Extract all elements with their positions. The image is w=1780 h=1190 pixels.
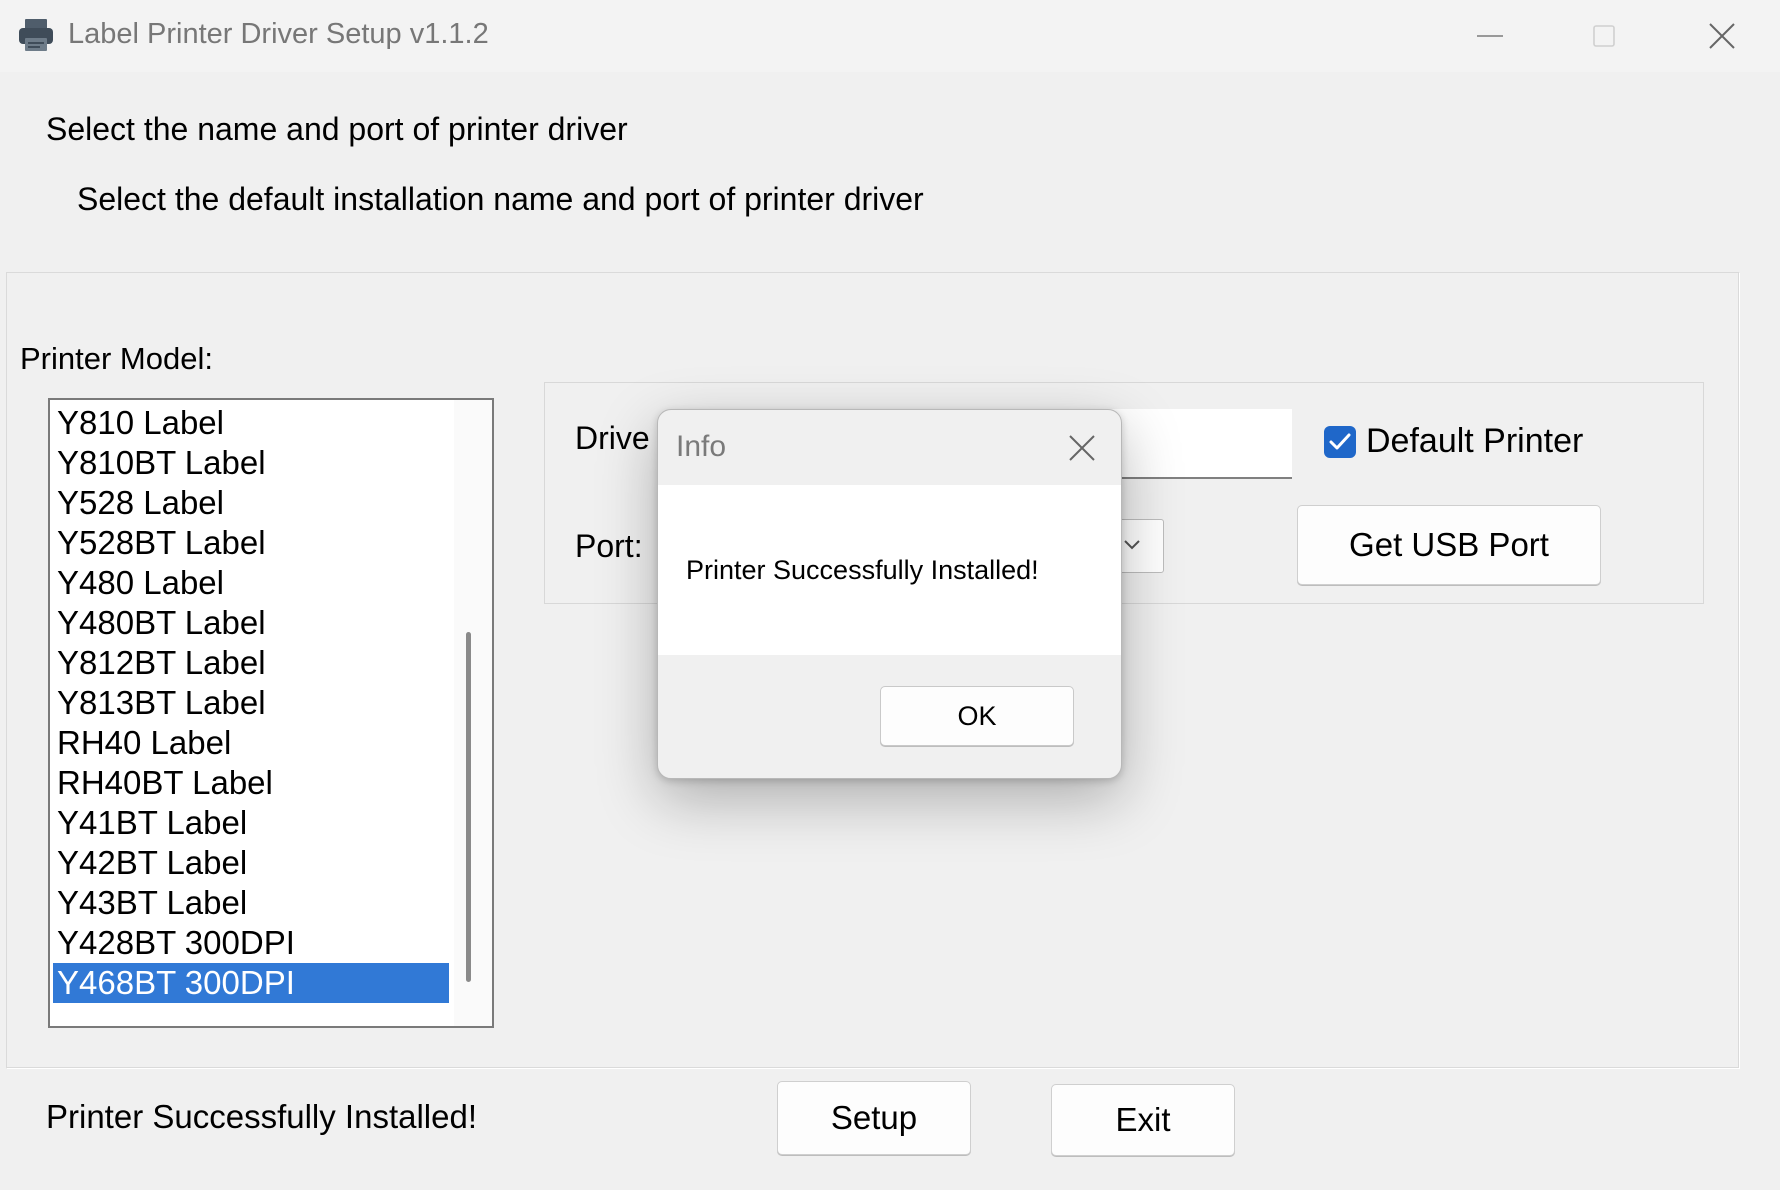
list-item[interactable]: Y43BT Label — [53, 883, 449, 923]
printer-model-label: Printer Model: — [20, 341, 213, 376]
chevron-down-icon — [1120, 532, 1144, 561]
list-item[interactable]: Y528 Label — [53, 483, 449, 523]
close-icon[interactable] — [1666, 0, 1778, 72]
list-item[interactable]: Y428BT 300DPI — [53, 923, 449, 963]
printer-icon — [18, 18, 54, 52]
printer-model-items: Y810 Label Y810BT Label Y528 Label Y528B… — [53, 403, 449, 1003]
default-printer-label: Default Printer — [1366, 422, 1584, 460]
list-item-selected[interactable]: Y468BT 300DPI — [53, 963, 449, 1003]
list-item[interactable]: RH40BT Label — [53, 763, 449, 803]
setup-button[interactable]: Setup — [777, 1081, 971, 1155]
dialog-title: Info — [676, 430, 727, 463]
list-item[interactable]: Y42BT Label — [53, 843, 449, 883]
default-printer-checkbox[interactable] — [1324, 426, 1356, 458]
window-title: Label Printer Driver Setup v1.1.2 — [68, 18, 489, 50]
checkmark-icon — [1329, 433, 1351, 450]
page-subtitle: Select the default installation name and… — [77, 181, 924, 217]
list-item[interactable]: Y812BT Label — [53, 643, 449, 683]
list-item[interactable]: Y813BT Label — [53, 683, 449, 723]
list-item[interactable]: Y810BT Label — [53, 443, 449, 483]
maximize-icon[interactable] — [1548, 0, 1660, 72]
list-item[interactable]: Y480BT Label — [53, 603, 449, 643]
list-item[interactable]: Y41BT Label — [53, 803, 449, 843]
info-dialog: Info Printer Successfully Installed! OK — [657, 409, 1122, 779]
list-item[interactable]: RH40 Label — [53, 723, 449, 763]
page-title: Select the name and port of printer driv… — [46, 111, 628, 147]
driver-name-input[interactable] — [1100, 409, 1292, 479]
status-text: Printer Successfully Installed! — [46, 1098, 478, 1135]
list-item[interactable]: Y810 Label — [53, 403, 449, 443]
get-usb-port-button[interactable]: Get USB Port — [1297, 505, 1601, 585]
list-item[interactable]: Y480 Label — [53, 563, 449, 603]
exit-button[interactable]: Exit — [1051, 1084, 1235, 1156]
ok-button[interactable]: OK — [880, 686, 1074, 746]
printer-model-list[interactable]: Y810 Label Y810BT Label Y528 Label Y528B… — [48, 398, 494, 1028]
driver-name-label: Drive — [575, 420, 650, 456]
list-scrollbar-thumb[interactable] — [466, 632, 471, 982]
list-scrollbar-track[interactable] — [454, 400, 492, 1026]
minimize-icon[interactable] — [1434, 0, 1546, 72]
port-label: Port: — [575, 528, 643, 564]
close-icon[interactable] — [1062, 428, 1102, 468]
dialog-message: Printer Successfully Installed! — [686, 555, 1039, 585]
list-item[interactable]: Y528BT Label — [53, 523, 449, 563]
